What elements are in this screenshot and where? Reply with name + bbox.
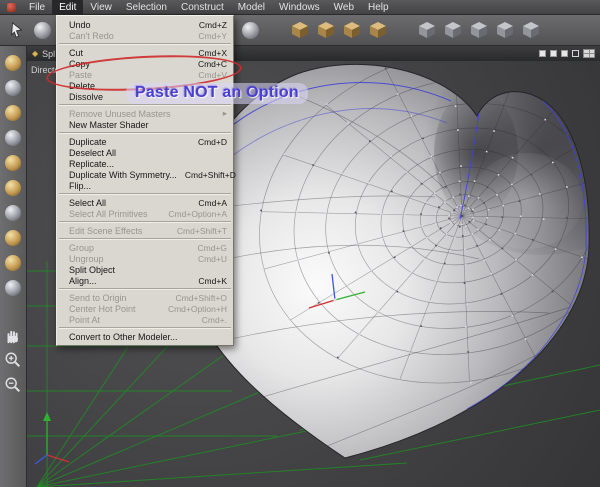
toolbar-group [288,18,389,42]
menu-item-can-t-redo: Can't Redo Cmd+Y [69,30,227,41]
menu-item-new-master-shader[interactable]: New Master Shader [57,119,233,130]
menu-separator [57,236,233,242]
zoom-in-icon[interactable] [3,349,24,370]
display-mode-quad-4[interactable] [583,49,595,58]
menubar-item-edit[interactable]: Edit [52,0,84,15]
menu-item-group: Group Cmd+G [69,242,227,253]
menu-item-edit-scene-effects: Edit Scene Effects Cmd+Shift+T [69,225,227,236]
vertex-tool-icon-1[interactable] [3,52,24,73]
window-diamond-icon: ◆ [32,49,39,58]
display-mode-outline-3[interactable] [572,50,579,57]
menu-separator [57,219,233,225]
menu-item-ungroup: Ungroup Cmd+U [69,253,227,264]
gray-cube-tool-icon-3[interactable] [467,18,490,42]
gold-cube-tool-icon-1[interactable] [288,18,311,42]
menu-item-align[interactable]: Align... Cmd+K [57,275,233,286]
menu-separator [57,41,233,47]
wire-sphere-tool-icon[interactable] [31,18,54,42]
tool-sidebar [0,46,27,487]
display-mode-filled-0[interactable] [539,50,546,57]
menubar: File Edit View Selection Construct Model Windo… [0,0,600,15]
menu-item-select-all-primitives: Select All Primitives Cmd+Option+A [69,208,227,219]
gray-cube-tool-icon-4[interactable] [493,18,516,42]
menu-item-duplicate-with-symmetry[interactable]: Duplicate With Symmetry... Cmd+Shift+D [57,169,236,180]
vertex-tool-icon-3[interactable] [3,102,24,123]
vertex-tool-icon-6[interactable] [3,177,24,198]
menubar-item-view[interactable]: View [83,0,119,15]
menu-item-center-hot-point: Center Hot Point Cmd+Option+H [69,303,227,314]
half-sphere-tool-icon[interactable] [239,18,262,42]
menubar-items: File Edit View Selection Construct Model Windo… [22,0,396,15]
menu-item-point-at: Point At Cmd+. [69,314,227,325]
menubar-item-windows[interactable]: Windows [272,0,327,15]
menubar-item-selection[interactable]: Selection [119,0,174,15]
menu-item-replicate[interactable]: Replicate... [57,158,233,169]
gold-cube-tool-icon-4[interactable] [366,18,389,42]
menu-item-select-all[interactable]: Select All Cmd+A [57,197,233,208]
vertex-tool-icon-9[interactable] [3,252,24,273]
menu-separator [57,130,233,136]
vertex-tool-icon-8[interactable] [3,227,24,248]
menu-item-dissolve[interactable]: Dissolve [57,91,233,102]
menu-item-convert-to-other-modeler[interactable]: Convert to Other Modeler... [57,331,233,342]
toolbar-group [415,18,542,42]
display-mode-filled-2[interactable] [561,50,568,57]
window-title: Spl [42,48,56,59]
menu-item-remove-unused-masters: Remove Unused Masters ▸ [69,108,227,119]
gold-cube-tool-icon-3[interactable] [340,18,363,42]
display-mode-buttons [539,49,595,58]
menu-item-paste: Paste Cmd+V [69,69,227,80]
gray-cube-tool-icon-2[interactable] [441,18,464,42]
menu-item-send-to-origin: Send to Origin Cmd+Shift+O [69,292,227,303]
menu-item-split-object[interactable]: Split Object [57,264,233,275]
menu-item-copy[interactable]: Copy Cmd+C [57,58,233,69]
menu-item-duplicate[interactable]: Duplicate Cmd+D [57,136,233,147]
menu-item-undo[interactable]: Undo Cmd+Z [57,19,233,30]
gray-cube-tool-icon-1[interactable] [415,18,438,42]
display-mode-filled-1[interactable] [550,50,557,57]
menu-separator [57,325,233,331]
pointer-tool-icon[interactable] [5,18,28,42]
menu-separator [57,286,233,292]
menu-item-deselect-all[interactable]: Deselect All [57,147,233,158]
vertex-tool-icon-5[interactable] [3,152,24,173]
menu-item-cut[interactable]: Cut Cmd+X [57,47,233,58]
menubar-item-web[interactable]: Web [327,0,361,15]
menubar-item-file[interactable]: File [22,0,52,15]
menubar-item-construct[interactable]: Construct [174,0,231,15]
zoom-out-icon[interactable] [3,374,24,395]
pan-hand-icon[interactable] [3,324,24,345]
app-window: File Edit View Selection Construct Model Windo… [0,0,600,487]
vertex-tool-icon-4[interactable] [3,127,24,148]
menu-item-delete[interactable]: Delete [57,80,233,91]
edit-menu: Undo Cmd+Z Can't Redo Cmd+Y Cut Cmd+X Copy Cmd+… [56,15,236,346]
gold-cube-tool-icon-2[interactable] [314,18,337,42]
menubar-item-model[interactable]: Model [231,0,272,15]
menu-item-flip[interactable]: Flip... [57,180,233,191]
gray-cube-tool-icon-5[interactable] [519,18,542,42]
vertex-tool-icon-10[interactable] [3,277,24,298]
app-icon[interactable] [7,2,16,12]
vertex-tool-icon-7[interactable] [3,202,24,223]
menu-separator [57,191,233,197]
menu-separator [57,102,233,108]
menubar-item-help[interactable]: Help [361,0,396,15]
vertex-tool-icon-2[interactable] [3,77,24,98]
